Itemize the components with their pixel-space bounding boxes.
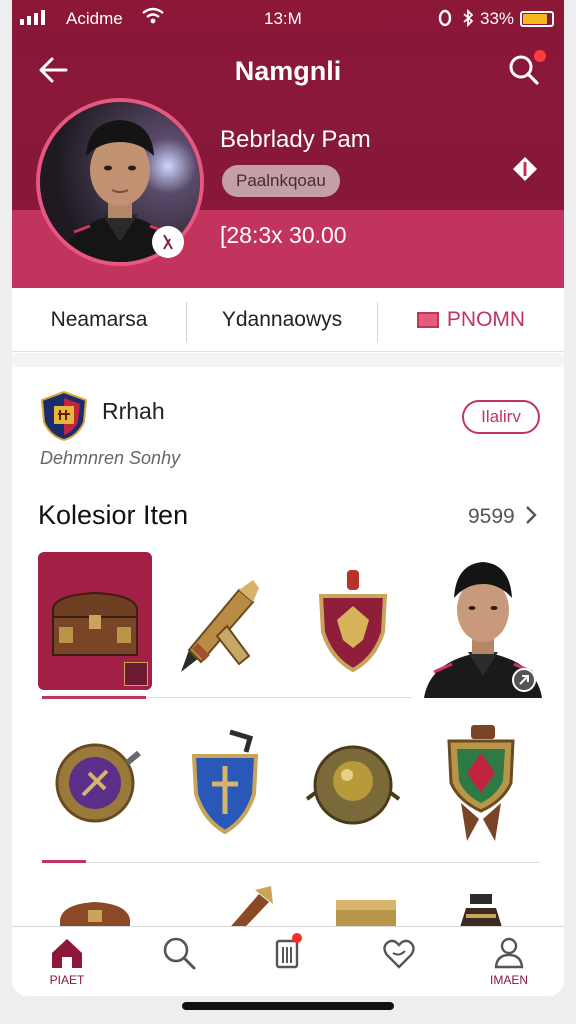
chest-icon xyxy=(60,902,130,928)
tab-pnomn[interactable]: PNOMN xyxy=(378,288,564,352)
collection-item-character[interactable] xyxy=(424,552,542,698)
guild-name: Rrhah xyxy=(102,398,165,424)
profile-header: Acidme 13:M 33% Namgnli Bebrlady Pam Paa… xyxy=(12,0,564,288)
collection-item-drum[interactable] xyxy=(308,880,422,928)
blue-shield-badge-icon xyxy=(191,729,259,835)
row-progress-indicator xyxy=(42,696,146,699)
balance-value: [28:3x 30.00 xyxy=(220,222,347,248)
guild-crest-icon xyxy=(38,390,90,442)
collection-item-treasure-chest[interactable] xyxy=(38,552,152,690)
row-divider xyxy=(86,862,540,863)
collection-item-emblem[interactable] xyxy=(38,714,152,852)
tab-square-icon xyxy=(416,312,439,328)
guild-action-button[interactable]: Ilalirv xyxy=(462,400,540,434)
collection-item-shield[interactable] xyxy=(296,552,410,690)
collection-item-horn[interactable] xyxy=(182,880,296,928)
tab-ydannaowys[interactable]: Ydannaowys xyxy=(187,288,377,352)
carrier-label: Acidme xyxy=(66,9,123,28)
bluetooth-icon xyxy=(462,8,474,32)
role-badge[interactable]: Paalnkqoau xyxy=(222,165,340,197)
signal-icon xyxy=(20,10,45,25)
collection-item-lamp[interactable] xyxy=(424,880,538,928)
collection-item-orb[interactable] xyxy=(296,714,410,852)
battery-icon xyxy=(520,11,554,27)
battery-percent: 33% xyxy=(480,9,515,28)
drum-icon xyxy=(336,900,396,928)
section-gap xyxy=(12,353,564,367)
search-icon[interactable] xyxy=(506,50,546,88)
collection-item-chest[interactable] xyxy=(38,880,152,928)
collection-item-blue-shield[interactable] xyxy=(168,714,282,852)
treasure-chest-icon xyxy=(52,591,138,656)
tab-home-label: PIAET xyxy=(49,973,85,987)
tab-home[interactable]: PIAET xyxy=(32,935,102,987)
wifi-icon xyxy=(142,7,164,30)
tab-inventory[interactable] xyxy=(252,933,322,971)
profile-name: Bebrlady Pam xyxy=(220,126,371,153)
notification-dot xyxy=(534,50,546,62)
collection-title: Kolesior Iten xyxy=(38,500,189,530)
user-icon xyxy=(494,937,524,969)
tab-bar: Neamarsa Ydannaowys PNOMN xyxy=(12,288,564,352)
status-bar: Acidme 13:M 33% xyxy=(12,6,564,34)
home-indicator[interactable] xyxy=(182,1002,394,1010)
tab-search[interactable] xyxy=(144,935,214,971)
chevron-right-icon[interactable] xyxy=(524,504,538,532)
page-title: Namgnli xyxy=(234,56,342,86)
lamp-icon xyxy=(459,894,503,928)
sword-icon xyxy=(181,580,259,672)
notification-dot xyxy=(292,933,302,943)
row-divider xyxy=(146,697,412,698)
home-icon xyxy=(52,939,82,968)
collection-count: 9599 xyxy=(468,505,515,528)
row-progress-indicator xyxy=(42,860,86,863)
bottom-tab-bar: PIAET IMAEN xyxy=(12,926,564,996)
orb-emblem-icon xyxy=(305,745,401,825)
alarm-icon xyxy=(438,9,452,32)
guild-subtitle: Dehmnren Sonhy xyxy=(40,448,181,468)
item-corner-badge xyxy=(124,662,148,686)
tab-profile-label: IMAEN xyxy=(489,973,528,987)
emblem-badge-icon xyxy=(55,743,141,823)
tab-favorites[interactable] xyxy=(364,935,434,971)
character-portrait xyxy=(424,562,542,698)
shield-icon xyxy=(318,570,388,673)
tab-neamarsa[interactable]: Neamarsa xyxy=(12,288,186,352)
app-screen: Acidme 13:M 33% Namgnli Bebrlady Pam Paa… xyxy=(12,0,564,996)
tab-profile[interactable]: IMAEN xyxy=(474,935,544,987)
tab-pnomn-label: PNOMN xyxy=(446,308,526,331)
collection-item-sword[interactable] xyxy=(160,552,274,690)
verified-icon xyxy=(512,156,538,182)
collection-item-banner-shield[interactable] xyxy=(424,714,538,852)
heart-chat-icon xyxy=(383,939,415,969)
search-icon xyxy=(163,937,196,970)
horn-icon xyxy=(229,886,273,928)
edit-avatar-icon[interactable] xyxy=(152,226,184,258)
banner-shield-icon xyxy=(447,725,515,841)
clock: 13:M xyxy=(264,9,302,28)
